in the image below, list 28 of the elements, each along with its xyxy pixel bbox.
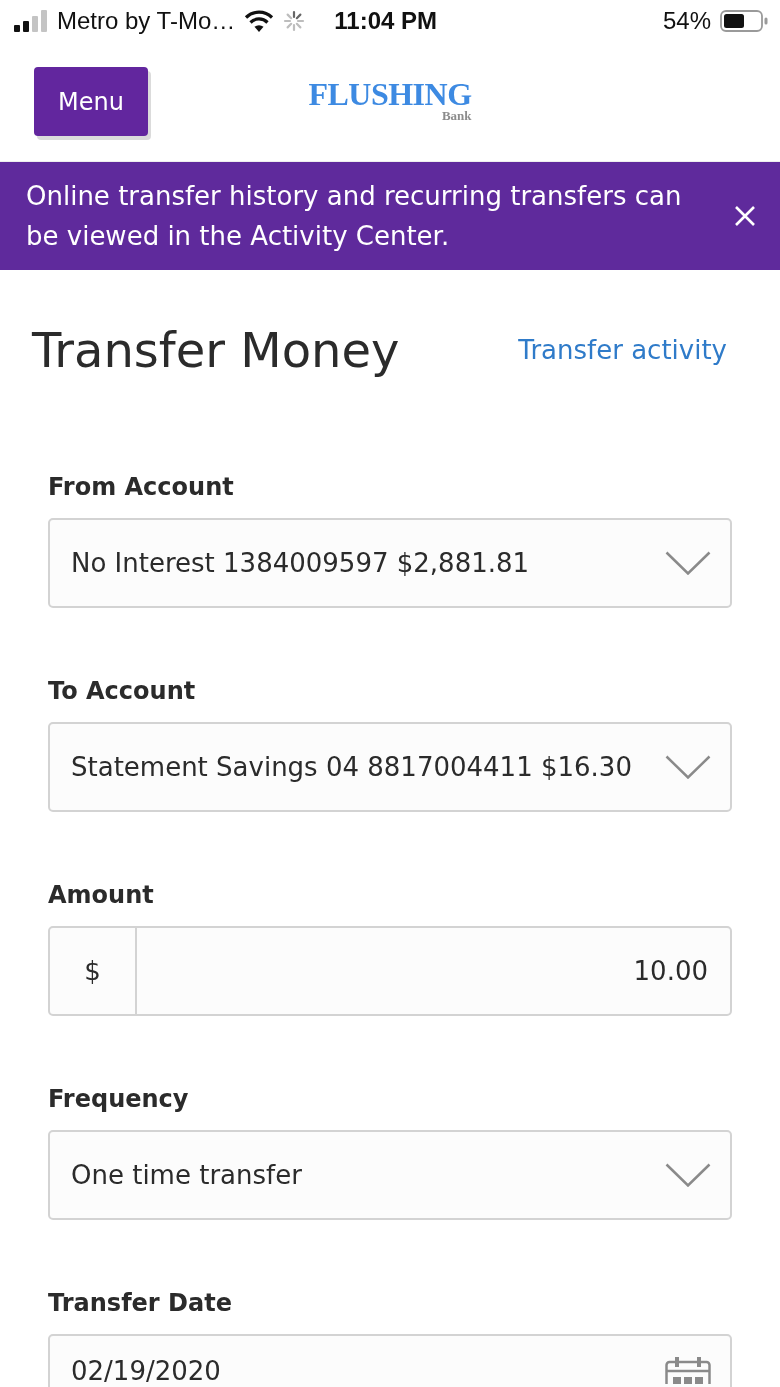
loading-spinner-icon (283, 10, 306, 32)
date-field[interactable]: 02/19/2020 (48, 1334, 732, 1387)
battery-icon (720, 10, 768, 32)
logo-subtitle: Bank (441, 109, 472, 122)
banner-message: Online transfer history and recurring transfers can be viewed in the Activity Center. (26, 180, 683, 253)
menu-button[interactable]: Menu (34, 67, 148, 136)
chevron-down-icon (665, 551, 711, 575)
transfer-activity-link[interactable]: Transfer activity (518, 335, 727, 365)
dropdown-select[interactable]: No Interest 1384009597 $2,881.81 (48, 518, 732, 608)
field-label: Amount (48, 880, 155, 911)
amount-field[interactable]: $ 10.00 (48, 926, 732, 1016)
field-label: From Account (48, 472, 235, 503)
close-icon[interactable] (734, 205, 756, 227)
field-label: Transfer Date (48, 1288, 233, 1319)
logo-wordmark: FLUSHING (308, 79, 472, 109)
calendar-icon (665, 1356, 711, 1384)
wifi-icon (244, 10, 275, 32)
chevron-down-icon (665, 755, 711, 779)
carrier-name: Metro by T-Mo… (57, 7, 236, 35)
battery-percent: 54% (662, 7, 711, 35)
field-label: Frequency (48, 1084, 190, 1115)
dropdown-select[interactable]: One time transfer (48, 1130, 732, 1220)
status-time: 11:04 PM (334, 7, 437, 35)
signal-icon (14, 10, 48, 32)
field-label: To Account (48, 676, 197, 707)
chevron-down-icon (665, 1163, 711, 1187)
page-title: Transfer Money (32, 321, 400, 380)
dropdown-select[interactable]: Statement Savings 04 8817004411 $16.30 (48, 722, 732, 812)
